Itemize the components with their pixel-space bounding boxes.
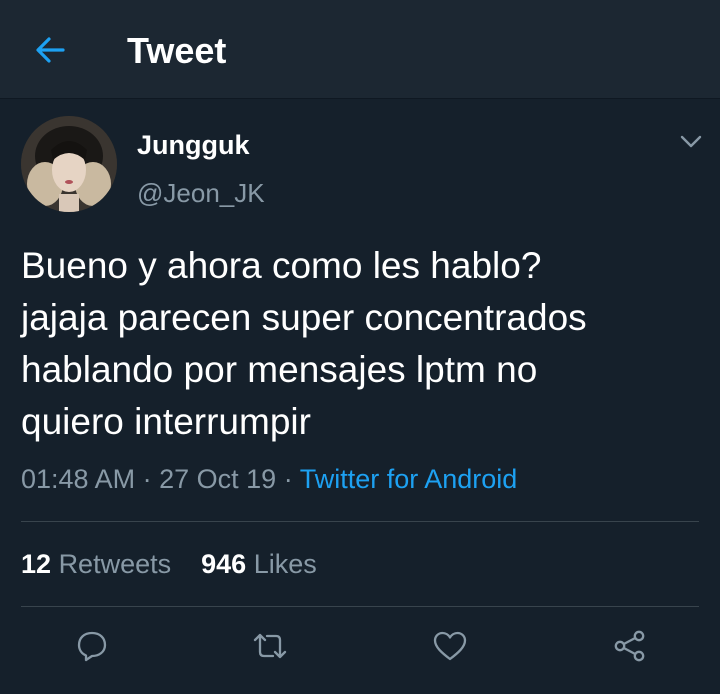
reply-icon xyxy=(75,629,109,668)
avatar[interactable] xyxy=(21,116,117,212)
source-link[interactable]: Twitter for Android xyxy=(300,464,518,494)
likes-count: 946 xyxy=(201,549,247,579)
tweet-text: Bueno y ahora como les hablo? jajaja par… xyxy=(21,240,701,448)
likes-stat[interactable]: 946 Likes xyxy=(201,549,317,579)
meta-separator: · xyxy=(283,464,293,494)
chevron-down-icon xyxy=(680,135,702,154)
retweets-count: 12 xyxy=(21,549,52,579)
divider xyxy=(21,521,699,522)
arrow-left-icon xyxy=(35,36,65,68)
tweet-stats: 12 Retweets 946 Likes xyxy=(21,549,317,580)
tweet-line: Bueno y ahora como les hablo? xyxy=(21,245,542,286)
more-options-button[interactable] xyxy=(676,131,706,157)
back-button[interactable] xyxy=(30,32,70,72)
page-title: Tweet xyxy=(127,30,227,71)
like-icon xyxy=(432,630,468,667)
divider xyxy=(21,606,699,607)
retweet-button[interactable] xyxy=(248,626,292,670)
tweet-line: hablando por mensajes lptm no xyxy=(21,349,538,390)
tweet-metadata: 01:48 AM · 27 Oct 19 · Twitter for Andro… xyxy=(21,464,517,495)
top-bar: Tweet xyxy=(0,0,720,99)
author-name[interactable]: Jungguk xyxy=(137,130,250,161)
tweet-line: quiero interrumpir xyxy=(21,401,311,442)
reply-button[interactable] xyxy=(70,626,114,670)
share-button[interactable] xyxy=(608,626,652,670)
retweet-icon xyxy=(251,630,289,667)
likes-label: Likes xyxy=(253,549,317,579)
tweet-line: jajaja parecen super concentrados xyxy=(21,297,587,338)
tweet-date: 27 Oct 19 xyxy=(159,464,277,494)
author-handle[interactable]: @Jeon_JK xyxy=(137,178,265,209)
retweets-stat[interactable]: 12 Retweets xyxy=(21,549,171,579)
tweet-time: 01:48 AM xyxy=(21,464,136,494)
like-button[interactable] xyxy=(428,626,472,670)
retweets-label: Retweets xyxy=(58,549,172,579)
share-icon xyxy=(612,629,648,668)
meta-separator: · xyxy=(142,464,152,494)
